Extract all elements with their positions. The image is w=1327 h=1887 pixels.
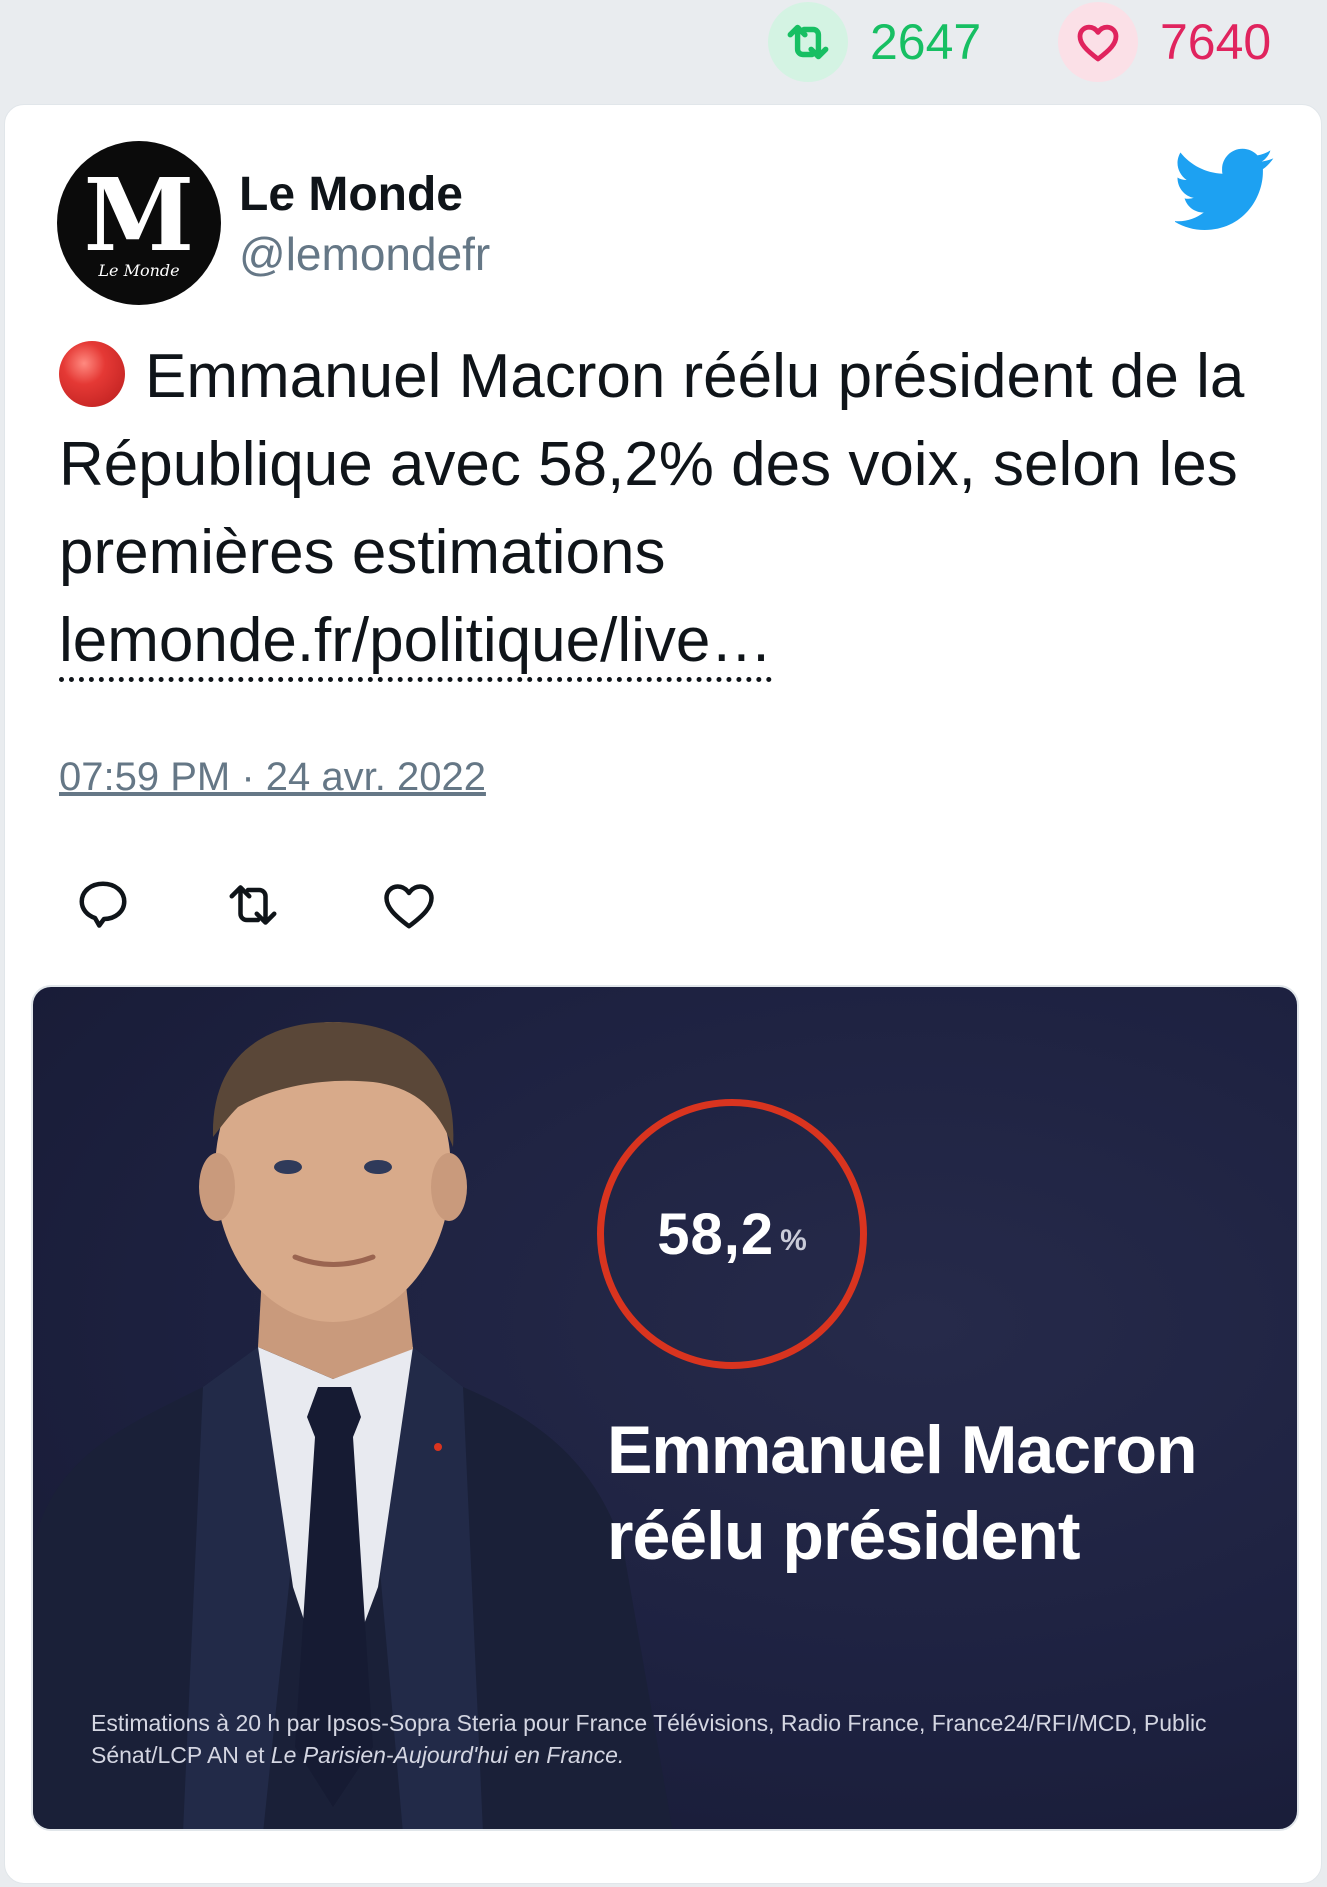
headline-line-1: Emmanuel Macron [607, 1412, 1198, 1488]
red-circle-icon [59, 341, 125, 407]
portrait-photo [33, 1022, 673, 1829]
tweet-timestamp[interactable]: 07:59 PM · 24 avr. 2022 [59, 755, 486, 800]
tweet-card: M Le Monde Le Monde @lemondefr Emmanuel … [4, 104, 1322, 1884]
avatar-wordmark: Le Monde [98, 260, 180, 280]
caption-text: Estimations à 20 h par Ipsos-Sopra Steri… [91, 1710, 1207, 1768]
caption-italic-text: Le Parisien-Aujourd'hui en France. [270, 1742, 625, 1768]
like-button-icon[interactable] [379, 875, 439, 935]
tweet-text: Emmanuel Macron réélu président de la Ré… [59, 342, 1245, 587]
avatar[interactable]: M Le Monde [57, 141, 221, 305]
tweet-actions [5, 875, 1321, 955]
headline-line-2: réélu président [607, 1498, 1080, 1574]
percentage-value: 58,2 [657, 1201, 775, 1267]
percentage-circle: 58,2 % [597, 1099, 867, 1369]
tweet-media-image[interactable]: 58,2 % Emmanuel Macron réélu président E… [31, 985, 1299, 1831]
heart-icon [1058, 2, 1138, 82]
reply-icon[interactable] [73, 875, 133, 935]
like-count: 7640 [1160, 14, 1272, 70]
percentage-sign: % [780, 1224, 807, 1257]
like-stat[interactable]: 7640 [1058, 2, 1271, 82]
retweet-button-icon[interactable] [223, 875, 283, 935]
tweet-body: Emmanuel Macron réélu président de la Ré… [59, 333, 1279, 685]
avatar-monogram: M [83, 155, 195, 274]
retweet-count: 2647 [870, 14, 982, 70]
author-name[interactable]: Le Monde [239, 167, 463, 222]
tweet-link[interactable]: lemonde.fr/politique/live… [59, 606, 773, 682]
image-headline: Emmanuel Macron réélu président [607, 1407, 1198, 1579]
retweet-icon [768, 2, 848, 82]
twitter-bird-icon[interactable] [1175, 147, 1275, 233]
author-handle[interactable]: @lemondefr [239, 227, 490, 281]
tweet-stats-bar: 2647 7640 [0, 0, 1327, 104]
image-caption: Estimations à 20 h par Ipsos-Sopra Steri… [91, 1707, 1271, 1771]
retweet-stat[interactable]: 2647 [768, 2, 981, 82]
